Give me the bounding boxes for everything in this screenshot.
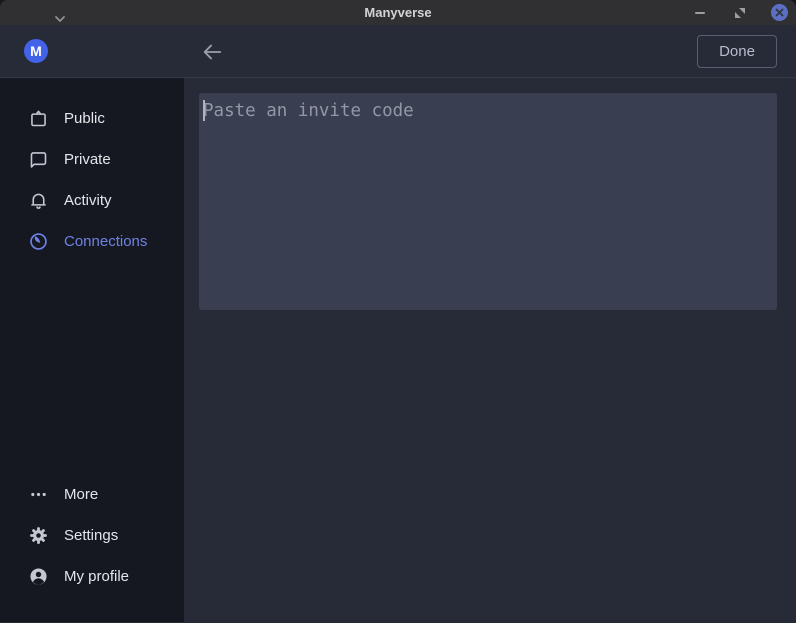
sidebar-spacer: [0, 262, 184, 474]
bell-icon: [28, 190, 49, 211]
invite-code-area: [199, 93, 777, 315]
sidebar-item-label: Public: [64, 110, 105, 127]
titlebar: Manyverse: [0, 0, 796, 25]
chat-bubble-icon: [28, 149, 49, 170]
sidebar-item-private[interactable]: Private: [0, 139, 184, 180]
window-controls: [691, 0, 788, 25]
sidebar-item-more[interactable]: More: [0, 474, 184, 515]
sidebar-item-label: Connections: [64, 233, 147, 250]
manyverse-window: Manyverse M Done: [0, 0, 796, 623]
window-title: Manyverse: [0, 5, 796, 20]
main-content: [184, 78, 796, 622]
sidebar-item-connections[interactable]: Connections: [0, 221, 184, 262]
restore-button[interactable]: [731, 4, 749, 22]
sidebar-item-label: Activity: [64, 192, 112, 209]
sidebar-item-label: My profile: [64, 568, 129, 585]
sidebar-item-label: Private: [64, 151, 111, 168]
close-button[interactable]: [771, 4, 788, 21]
back-button[interactable]: [201, 41, 223, 63]
sidebar: Public Private Activity: [0, 78, 184, 622]
close-icon: [775, 8, 784, 17]
connections-icon: [28, 231, 49, 252]
board-icon: [28, 108, 49, 129]
minimize-button[interactable]: [691, 4, 709, 22]
done-button[interactable]: Done: [697, 35, 777, 68]
sidebar-item-public[interactable]: Public: [0, 98, 184, 139]
back-arrow-icon: [201, 41, 223, 63]
sidebar-item-label: More: [64, 486, 98, 503]
sidebar-item-activity[interactable]: Activity: [0, 180, 184, 221]
restore-icon: [734, 7, 746, 19]
app-header: M Done: [0, 25, 796, 78]
gear-icon: [28, 525, 49, 546]
invite-code-input[interactable]: [199, 93, 777, 310]
minimize-icon: [695, 12, 705, 14]
text-caret: [203, 100, 205, 121]
manyverse-logo: M: [24, 39, 48, 63]
sidebar-item-settings[interactable]: Settings: [0, 515, 184, 556]
profile-icon: [28, 566, 49, 587]
sidebar-item-my-profile[interactable]: My profile: [0, 556, 184, 597]
more-dots-icon: [28, 484, 49, 505]
sidebar-item-label: Settings: [64, 527, 118, 544]
